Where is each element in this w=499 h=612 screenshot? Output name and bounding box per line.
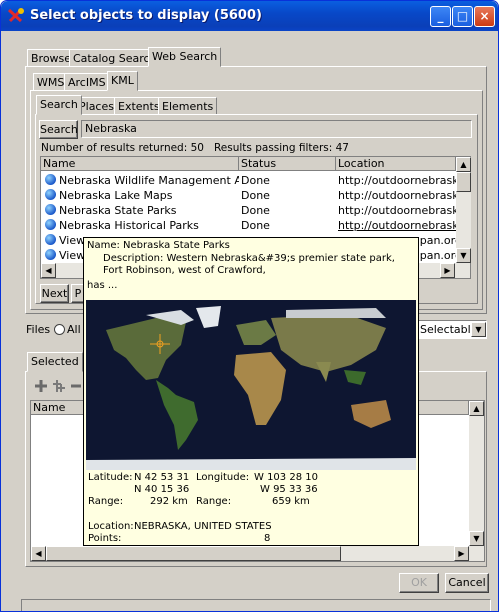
row-name: View: [59, 249, 86, 262]
table-row[interactable]: Nebraska Lake Maps Done http://outdoorne…: [41, 188, 456, 203]
tab-kml[interactable]: KML: [107, 71, 138, 91]
range-lat-value: 292 km: [150, 496, 188, 507]
main-window: Select objects to display (5600) _ □ × B…: [0, 0, 499, 612]
add-all-icon[interactable]: [52, 379, 66, 393]
add-icon[interactable]: [34, 379, 48, 393]
row-location: http://outdoornebraska.n: [338, 219, 456, 232]
location-label: Location:: [88, 521, 134, 532]
range-lon-value: 659 km: [272, 496, 310, 507]
results-summary: Number of results returned: 50 Results p…: [41, 142, 349, 154]
row-status: Done: [241, 189, 270, 202]
scroll-right-arrow-icon[interactable]: ▶: [454, 546, 469, 561]
close-button[interactable]: ×: [474, 6, 495, 27]
selected-horizontal-scrollbar[interactable]: ◀ ▶: [31, 546, 484, 561]
scroll-left-arrow-icon[interactable]: ◀: [31, 546, 46, 561]
tooltip-description: Description: Western Nebraska&#39;s prem…: [103, 253, 395, 276]
row-status: Done: [241, 204, 270, 217]
next-button[interactable]: Next: [40, 284, 69, 303]
row-status: Done: [241, 219, 270, 232]
tab-browse[interactable]: Browse: [27, 49, 76, 67]
tab-extents[interactable]: Extents: [114, 97, 164, 115]
results-vertical-scrollbar[interactable]: ▲ ▼: [456, 157, 471, 263]
scroll-thumb[interactable]: [46, 546, 341, 561]
scroll-thumb[interactable]: [456, 172, 471, 192]
row-location: apan.org/: [413, 234, 456, 247]
row-location: http://outdoornebraska.n: [338, 174, 456, 187]
maximize-button[interactable]: □: [452, 6, 473, 27]
table-row[interactable]: Nebraska Wildlife Management Areas Done …: [41, 173, 456, 188]
tab-search[interactable]: Search: [36, 95, 82, 115]
scroll-up-arrow-icon[interactable]: ▲: [469, 401, 484, 416]
tab-catalog-search[interactable]: Catalog Search: [69, 49, 161, 67]
scroll-down-arrow-icon[interactable]: ▼: [456, 248, 471, 263]
world-map-image: [86, 300, 416, 470]
globe-icon: [45, 234, 56, 245]
row-name: Nebraska State Parks: [59, 204, 177, 217]
dropdown-arrow-icon[interactable]: ▼: [471, 322, 486, 337]
column-header-location[interactable]: Location: [336, 157, 456, 171]
range-label: Range:: [88, 496, 124, 507]
longitude-1: W 103 28 10: [254, 472, 318, 483]
row-name: Nebraska Historical Parks: [59, 219, 199, 232]
app-icon: [7, 8, 24, 23]
files-label: Files: [26, 323, 51, 336]
latitude-1: N 42 53 31: [134, 472, 190, 483]
scroll-left-arrow-icon[interactable]: ◀: [41, 263, 56, 278]
selectable-dropdown-value: Selectable: [420, 323, 478, 336]
search-input[interactable]: Nebraska: [81, 120, 472, 138]
column-header-status[interactable]: Status: [239, 157, 336, 171]
points-value: 8: [264, 533, 271, 544]
row-location: apan.org/: [413, 249, 456, 262]
table-row[interactable]: Nebraska State Parks Done http://outdoor…: [41, 203, 456, 218]
scroll-right-arrow-icon[interactable]: ▶: [440, 263, 455, 278]
remove-icon[interactable]: [70, 379, 82, 393]
row-name: Nebraska Wildlife Management Areas: [59, 174, 239, 187]
latitude-label: Latitude:: [88, 472, 133, 483]
tab-web-search[interactable]: Web Search: [148, 47, 222, 67]
latitude-2: N 40 15 36: [134, 484, 190, 495]
row-location: http://outdoornebraska.n: [338, 189, 456, 202]
status-bar: [21, 599, 491, 611]
globe-icon: [45, 219, 56, 230]
table-row[interactable]: Nebraska Historical Parks Done http://ou…: [41, 218, 456, 233]
title-bar[interactable]: Select objects to display (5600) _ □ ×: [1, 1, 498, 31]
all-radio[interactable]: [54, 324, 65, 335]
range-label-2: Range:: [196, 496, 232, 507]
points-label: Points:: [88, 533, 122, 544]
column-header-name[interactable]: Name: [41, 157, 239, 171]
ok-button[interactable]: OK: [399, 573, 439, 593]
globe-icon: [45, 204, 56, 215]
window-title: Select objects to display (5600): [30, 8, 262, 23]
tab-elements[interactable]: Elements: [158, 97, 218, 115]
globe-icon: [45, 189, 56, 200]
selected-vertical-scrollbar[interactable]: ▲ ▼: [469, 401, 484, 546]
longitude-label: Longitude:: [196, 472, 250, 483]
search-button[interactable]: Search: [39, 120, 78, 139]
row-status: Done: [241, 174, 270, 187]
selectable-dropdown[interactable]: Selectable ▼: [418, 320, 487, 339]
row-name: Nebraska Lake Maps: [59, 189, 173, 202]
minimize-button[interactable]: _: [430, 6, 451, 27]
all-radio-label: All: [67, 323, 81, 336]
tooltip-name: Name: Nebraska State Parks: [87, 240, 230, 251]
result-tooltip: Name: Nebraska State Parks Description: …: [83, 237, 419, 546]
tooltip-more: has ...: [87, 280, 118, 291]
tab-selected[interactable]: Selected: [27, 352, 83, 372]
globe-icon: [45, 174, 56, 185]
location-value: NEBRASKA, UNITED STATES: [134, 521, 272, 532]
globe-icon: [45, 249, 56, 260]
scroll-down-arrow-icon[interactable]: ▼: [469, 531, 484, 546]
row-location: http://outdoornebraska.n: [338, 204, 456, 217]
scroll-up-arrow-icon[interactable]: ▲: [456, 157, 471, 172]
tab-arcims[interactable]: ArcIMS: [64, 73, 110, 91]
cancel-button[interactable]: Cancel: [445, 573, 489, 593]
row-name: View: [59, 234, 86, 247]
longitude-2: W 95 33 36: [260, 484, 318, 495]
